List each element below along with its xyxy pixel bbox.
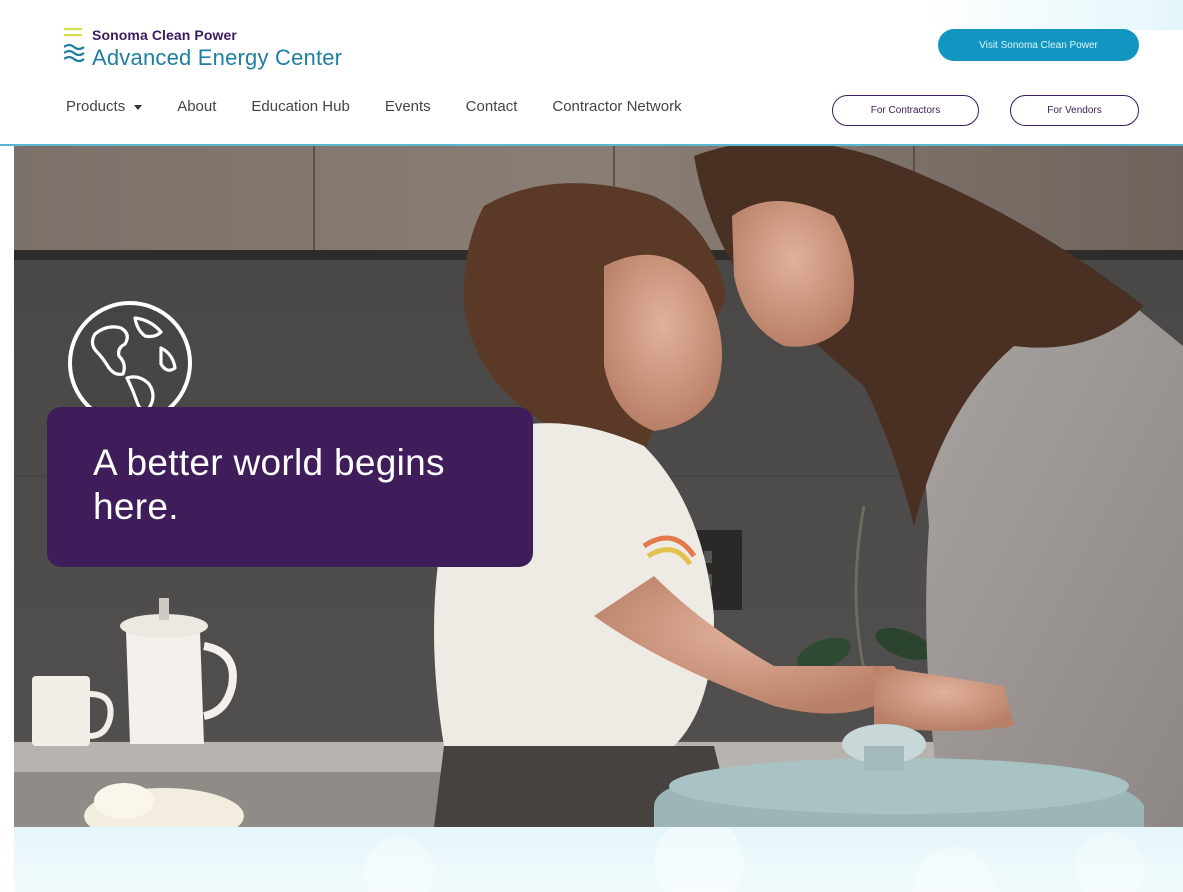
logo-brand-name: Sonoma Clean Power [92,27,237,43]
for-vendors-button[interactable]: For Vendors [1010,95,1139,126]
nav-item-products[interactable]: Products [66,98,143,115]
header-glow [923,0,1183,30]
bokeh-light [914,847,994,892]
nav-item-about[interactable]: About [177,98,216,115]
page: Sonoma Clean Power Advanced Energy Cente… [0,0,1183,892]
main-nav: Products About Education Hub Events Cont… [66,98,717,115]
nav-item-label: Products [66,98,126,115]
nav-item-education-hub[interactable]: Education Hub [251,98,349,115]
nav-item-contractor-network[interactable]: Contractor Network [552,98,681,115]
caret-down-icon [134,104,143,110]
nav-item-contact[interactable]: Contact [466,98,518,115]
hero-banner: A better world begins here. [14,146,1183,827]
hero-headline-box: A better world begins here. [47,407,533,567]
bokeh-light [364,837,434,892]
nav-item-events[interactable]: Events [385,98,431,115]
for-contractors-button[interactable]: For Contractors [832,95,979,126]
logo-site-name: Advanced Energy Center [92,45,343,70]
site-header: Sonoma Clean Power Advanced Energy Cente… [0,0,1183,146]
logo[interactable]: Sonoma Clean Power Advanced Energy Cente… [64,26,342,74]
wave-lines-icon [64,28,85,63]
logo-text: Sonoma Clean Power Advanced Energy Cente… [92,26,342,71]
bottom-band [14,827,1183,892]
bokeh-light [1074,832,1144,892]
hero-headline: A better world begins here. [93,442,445,527]
bokeh-light [654,827,744,892]
visit-sonoma-clean-power-button[interactable]: Visit Sonoma Clean Power [938,29,1139,61]
